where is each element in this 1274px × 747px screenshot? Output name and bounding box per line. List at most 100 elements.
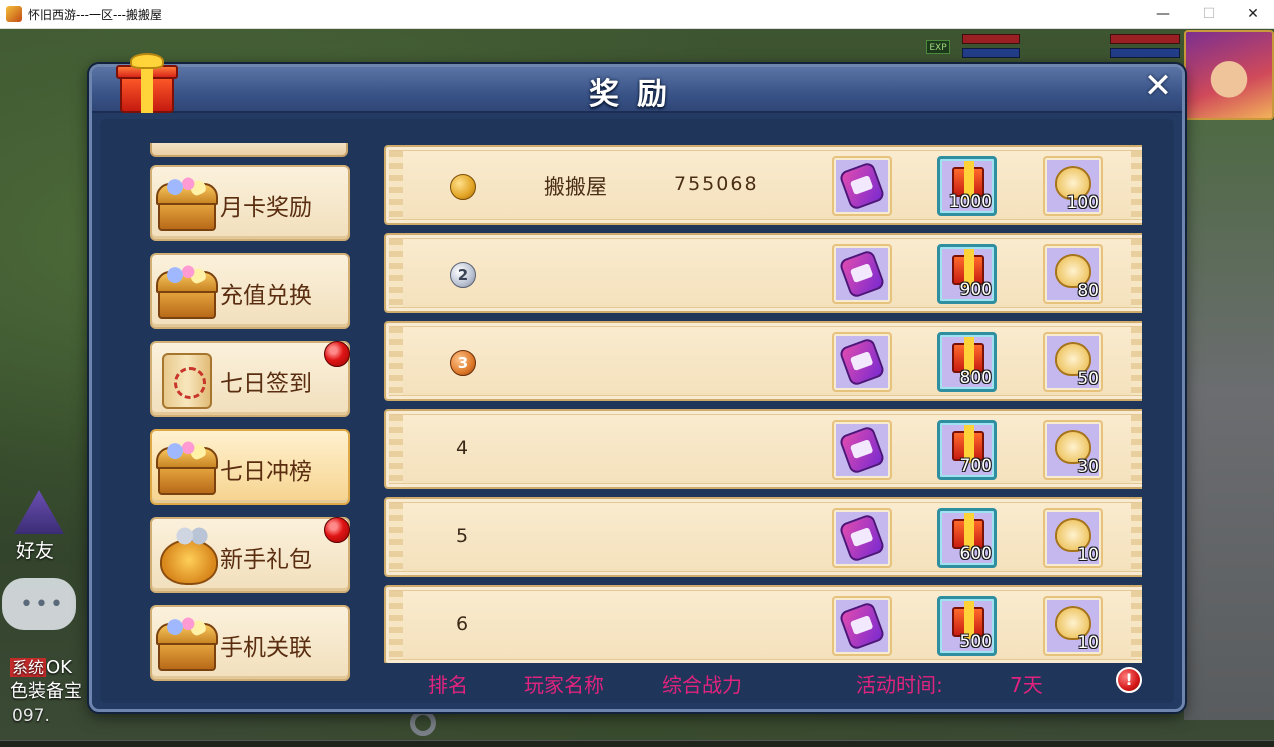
reward-count: 10 xyxy=(1077,633,1099,653)
rank-number: 5 xyxy=(456,525,469,547)
ranking-row: 3 800 50 xyxy=(384,321,1142,401)
sidebar-item-label: 月卡奖励 xyxy=(220,195,312,221)
experience-bar xyxy=(0,740,1274,747)
player-name: 搬搬屋 xyxy=(544,175,607,199)
silver-medal-icon: 2 xyxy=(450,262,476,288)
notification-dot-icon xyxy=(324,517,350,543)
gear-icon[interactable] xyxy=(410,710,436,736)
reward-count: 10 xyxy=(1077,545,1099,565)
sidebar-item-label: 充值兑换 xyxy=(220,283,312,309)
wizard-hat-icon xyxy=(14,490,64,534)
sidebar-item-newbie-pack[interactable]: 新手礼包 xyxy=(150,517,350,593)
column-label-player-name: 玩家名称 xyxy=(524,673,604,697)
rank-number: 6 xyxy=(456,613,469,635)
reward-ticket[interactable] xyxy=(832,420,892,480)
reward-money-bag[interactable]: 10 xyxy=(1043,508,1103,568)
chat-dots-icon: ••• xyxy=(20,592,65,617)
column-label-rank: 排名 xyxy=(428,673,468,697)
reward-gift-box[interactable]: 500 xyxy=(937,596,997,656)
reward-ticket[interactable] xyxy=(832,508,892,568)
sidebar-item-partial[interactable] xyxy=(150,143,348,157)
chat-channel-tag: 系统 xyxy=(10,658,47,677)
window-close-button[interactable]: ✕ xyxy=(1230,0,1274,29)
scene-wall xyxy=(1184,120,1274,720)
reward-ticket[interactable] xyxy=(832,332,892,392)
reward-count: 800 xyxy=(959,368,992,388)
rank-number: 4 xyxy=(456,437,469,459)
ranking-row: 2 900 80 xyxy=(384,233,1142,313)
event-time-value: 7天 xyxy=(1010,673,1043,697)
ranking-row: 4 700 30 xyxy=(384,409,1142,489)
reward-money-bag[interactable]: 10 xyxy=(1043,596,1103,656)
treasure-chest-icon xyxy=(154,613,220,675)
player-portrait[interactable] xyxy=(1184,30,1274,120)
sidebar-item-phone-link[interactable]: 手机关联 xyxy=(150,605,350,681)
reward-gift-box[interactable]: 900 xyxy=(937,244,997,304)
ticket-icon xyxy=(838,161,886,211)
reward-money-bag[interactable]: 100 xyxy=(1043,156,1103,216)
sidebar-item-label: 七日签到 xyxy=(220,371,312,397)
reward-money-bag[interactable]: 80 xyxy=(1043,244,1103,304)
ticket-icon xyxy=(838,249,886,299)
scroll-icon xyxy=(154,349,220,411)
sidebar-item-seven-day-ranking[interactable]: 七日冲榜 xyxy=(150,429,350,505)
reward-ticket[interactable] xyxy=(832,596,892,656)
reward-count: 700 xyxy=(959,456,992,476)
treasure-chest-icon xyxy=(154,261,220,323)
maximize-button[interactable]: ☐ xyxy=(1186,0,1232,29)
pet-mp-bar xyxy=(1110,48,1180,58)
dialog-close-button[interactable]: ✕ xyxy=(1140,69,1176,105)
event-time-label: 活动时间: xyxy=(856,673,943,697)
ranking-footer: 排名 玩家名称 综合战力 活动时间: 7天 ! xyxy=(376,665,1156,699)
reward-money-bag[interactable]: 30 xyxy=(1043,420,1103,480)
mp-bar xyxy=(962,48,1020,58)
reward-count: 600 xyxy=(959,544,992,564)
sidebar-item-recharge-exchange[interactable]: 充值兑换 xyxy=(150,253,350,329)
friend-button[interactable]: 好友 xyxy=(2,490,74,570)
column-label-power: 综合战力 xyxy=(662,673,742,697)
sidebar-item-monthly-card[interactable]: 月卡奖励 xyxy=(150,165,350,241)
reward-gift-box[interactable]: 1000 xyxy=(937,156,997,216)
chat-message: OK xyxy=(46,657,72,678)
sidebar-item-label: 手机关联 xyxy=(220,635,312,661)
notification-dot-icon xyxy=(324,341,350,367)
reward-category-list[interactable]: 月卡奖励 充值兑换 七日签到 七日冲榜 新手礼包 手机关联 xyxy=(144,143,350,703)
info-icon[interactable]: ! xyxy=(1116,667,1142,693)
bronze-medal-icon: 3 xyxy=(450,350,476,376)
reward-dialog: 奖励 ✕ 月卡奖励 充值兑换 七日签到 七日冲榜 新手礼包 手机关联 搬搬屋 7… xyxy=(89,53,1185,712)
minimize-button[interactable]: — xyxy=(1140,0,1186,29)
hp-bar xyxy=(962,34,1020,44)
window-title: 怀旧西游---一区---搬搬屋 xyxy=(28,8,162,22)
exp-badge: EXP xyxy=(926,40,950,54)
reward-gift-box[interactable]: 800 xyxy=(937,332,997,392)
reward-gift-box[interactable]: 600 xyxy=(937,508,997,568)
gift-box-icon xyxy=(116,53,178,115)
sidebar-item-label: 七日冲榜 xyxy=(220,459,312,485)
reward-ticket[interactable] xyxy=(832,244,892,304)
dialog-title: 奖励 xyxy=(589,77,685,112)
treasure-chest-icon xyxy=(154,173,220,235)
ranking-row: 搬搬屋 7550683 1000 100 xyxy=(384,145,1142,225)
sidebar-item-label: 新手礼包 xyxy=(220,547,312,573)
chat-message: 色装备宝 xyxy=(10,681,82,702)
reward-count: 80 xyxy=(1077,281,1099,301)
reward-count: 30 xyxy=(1077,457,1099,477)
ranking-list[interactable]: 搬搬屋 7550683 1000 100 2 900 80 3 800 50 4 xyxy=(376,145,1142,663)
ticket-icon xyxy=(838,425,886,475)
reward-count: 500 xyxy=(959,632,992,652)
money-bag-icon xyxy=(154,525,220,587)
window-titlebar: 怀旧西游---一区---搬搬屋 — ☐ ✕ xyxy=(0,0,1274,29)
reward-count: 1000 xyxy=(948,192,992,212)
reward-ticket[interactable] xyxy=(832,156,892,216)
chat-message: 097. xyxy=(12,706,50,726)
chat-button[interactable]: ••• xyxy=(2,578,76,630)
sidebar-item-seven-day-signin[interactable]: 七日签到 xyxy=(150,341,350,417)
reward-gift-box[interactable]: 700 xyxy=(937,420,997,480)
ticket-icon xyxy=(838,601,886,651)
dialog-header: 奖励 ✕ xyxy=(92,67,1182,113)
reward-count: 50 xyxy=(1077,369,1099,389)
friend-label: 好友 xyxy=(16,540,55,562)
reward-money-bag[interactable]: 50 xyxy=(1043,332,1103,392)
player-power: 7550683 xyxy=(674,173,756,195)
ranking-row: 5 600 10 xyxy=(384,497,1142,577)
